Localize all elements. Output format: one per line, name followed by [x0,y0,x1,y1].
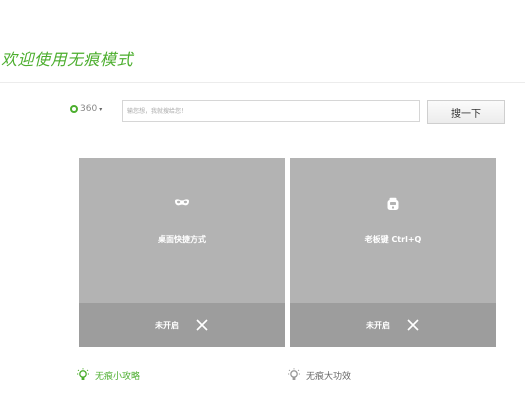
incognito-tips-link[interactable]: 无痕小攻略 [77,368,140,382]
search-engine-label: 360 [80,104,98,114]
search-input[interactable] [122,100,420,122]
desktop-shortcut-card[interactable]: 桌面快捷方式 未开启 [79,158,285,347]
search-engine-selector[interactable]: 360 ▾ [70,104,102,114]
incognito-tips-label: 无痕小攻略 [95,371,141,382]
mask-icon [175,199,189,206]
boss-key-card[interactable]: 老板键 Ctrl+Q 未开启 [290,158,496,347]
boss-key-footer: 未开启 [290,303,496,347]
page-title: 欢迎使用无痕模式 [1,50,134,69]
search-engine-logo-icon [70,105,78,113]
close-icon[interactable] [406,318,420,332]
desktop-shortcut-status: 未开启 [155,320,179,330]
close-icon[interactable] [195,318,209,332]
boss-key-status: 未开启 [366,320,390,330]
incognito-benefits-label: 无痕大功效 [306,371,352,382]
search-button[interactable]: 搜一下 [427,100,505,124]
boss-key-icon [387,197,399,210]
page-header: 欢迎使用无痕模式 [0,38,525,83]
chevron-down-icon: ▾ [99,105,103,113]
lightbulb-icon [288,368,300,380]
desktop-shortcut-footer: 未开启 [79,303,285,347]
incognito-benefits-link[interactable]: 无痕大功效 [288,368,351,382]
lightbulb-icon [77,368,89,380]
desktop-shortcut-label: 桌面快捷方式 [158,235,206,244]
boss-key-label: 老板键 Ctrl+Q [364,235,422,244]
